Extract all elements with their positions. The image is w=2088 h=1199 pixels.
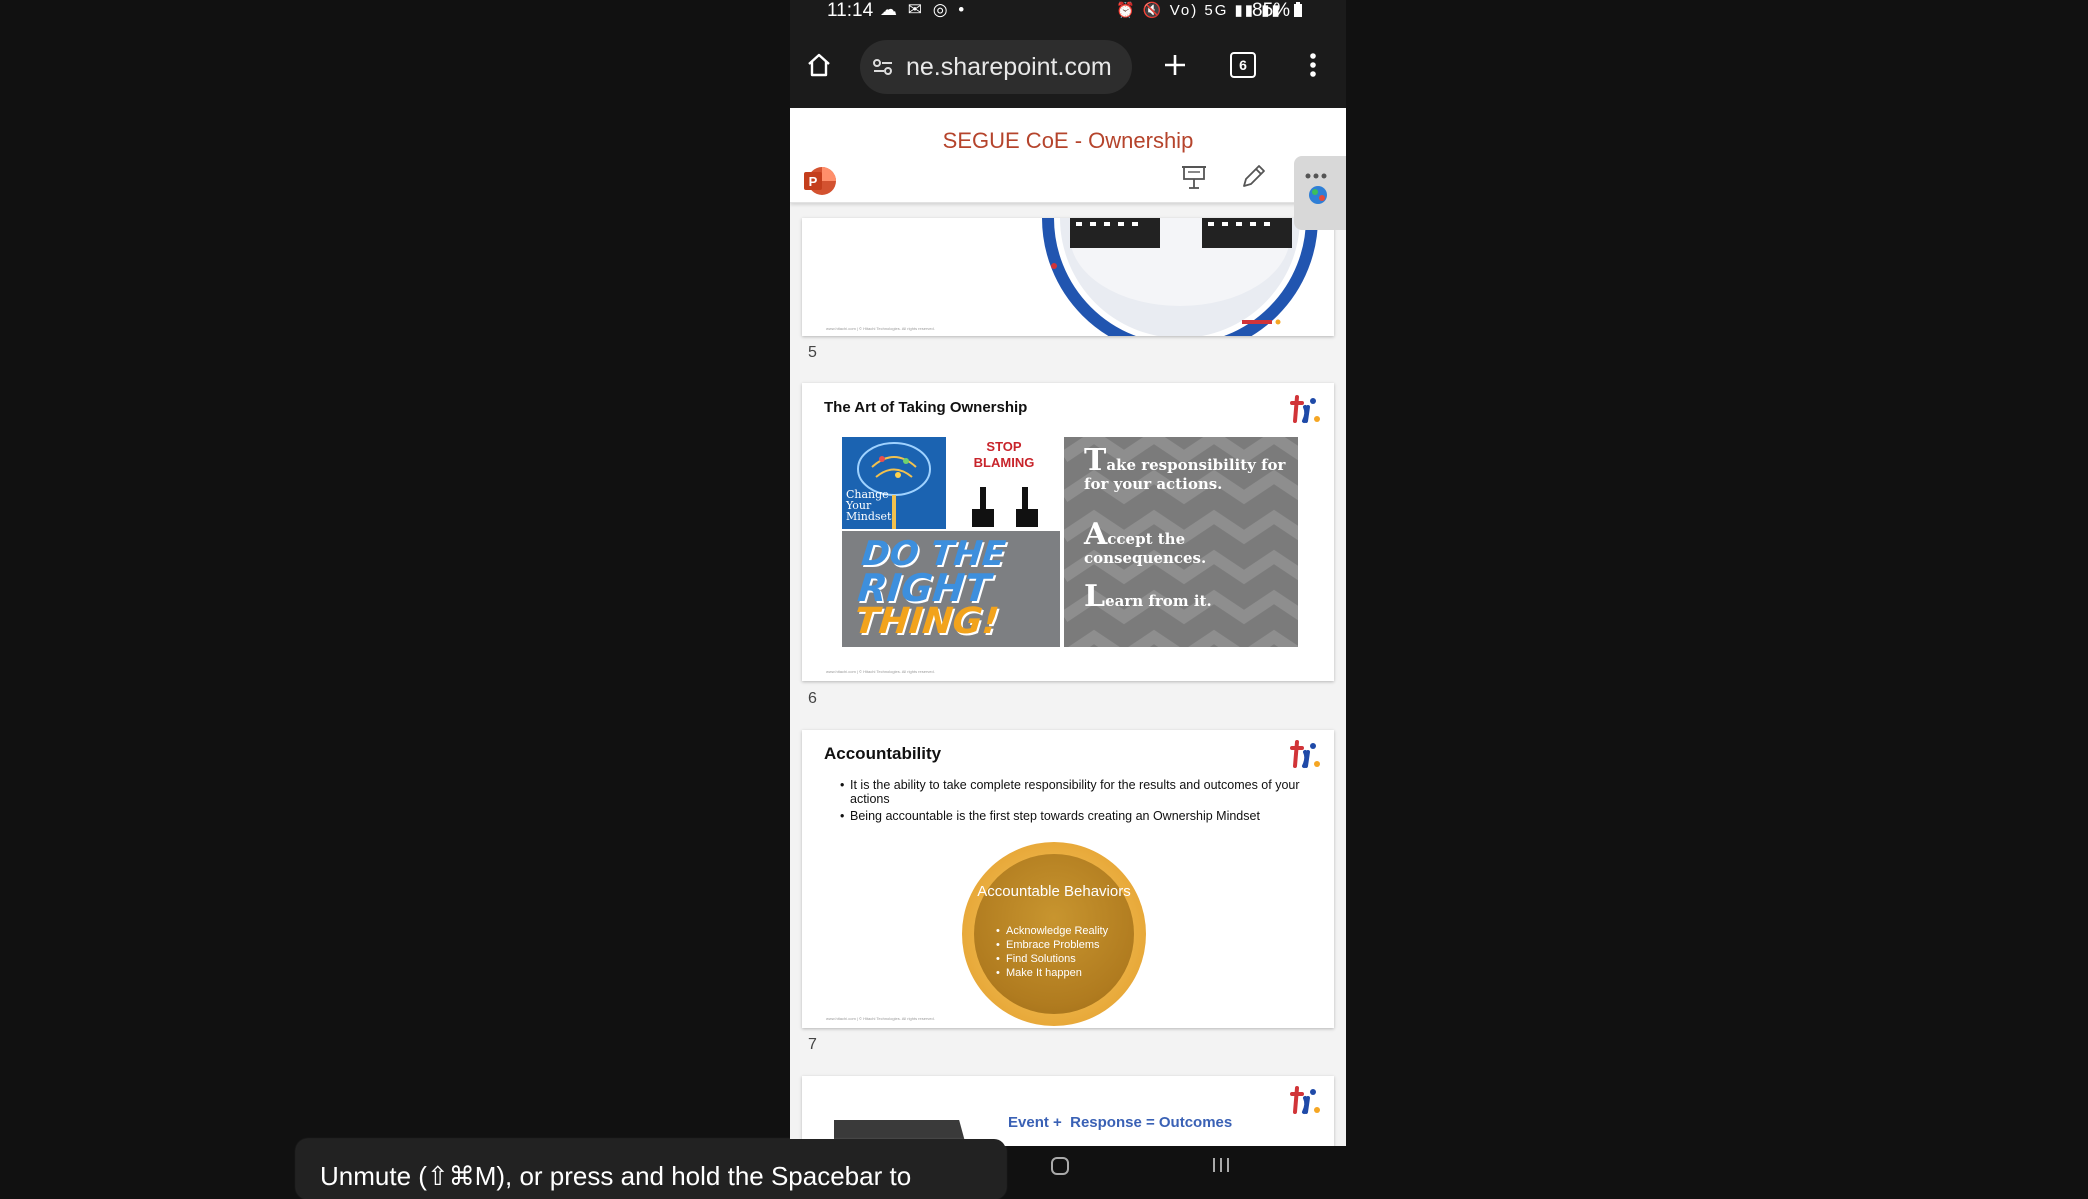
behavior-item: Embrace Problems — [996, 938, 1126, 952]
mindset-text: Change Your Mindset — [846, 488, 892, 523]
stop-blaming-image: STOP BLAMING — [950, 437, 1058, 529]
slide-number: 6 — [808, 690, 817, 707]
edit-button[interactable] — [1240, 162, 1268, 195]
home-icon — [808, 53, 830, 77]
powerpoint-header: SEGUE CoE - Ownership P — [790, 108, 1346, 203]
slide-footer: www.hitachi.com | © Hitachi Technologies… — [826, 326, 935, 331]
behavior-item: Find Solutions — [996, 952, 1126, 966]
url-text: ne.sharepoint.com — [906, 52, 1112, 81]
notification-icons: ☁ ✉ ◎ • — [880, 0, 968, 19]
present-button[interactable] — [1182, 164, 1206, 195]
accept-line: Accept the consequences. — [1084, 517, 1207, 568]
tab-count: 6 — [1230, 52, 1256, 78]
blaming-text: BLAMING — [973, 455, 1035, 470]
right-text: RIGHT — [855, 566, 993, 610]
bullet-item: Being accountable is the first step towa… — [840, 809, 1310, 823]
behavior-item: Acknowledge Reality — [996, 924, 1126, 938]
recents-nav-icon — [1213, 1158, 1229, 1172]
bullet-list: It is the ability to take complete respo… — [840, 778, 1310, 826]
more-vertical-icon — [1310, 53, 1316, 77]
plus-icon — [1165, 55, 1185, 75]
svg-text:P: P — [809, 174, 818, 189]
slide-title: Accountability — [824, 744, 942, 763]
hi-logo — [1288, 738, 1322, 775]
slide-number: 5 — [808, 344, 817, 361]
phone-screen: 11:14 ☁ ✉ ◎ • ⏰ 🔇 Vo) 5G ▮▮ ▮▮ 85% ne.sh… — [790, 0, 1346, 1178]
tab-switcher-button[interactable]: 6 — [1220, 42, 1266, 88]
thing-text: THING! — [852, 601, 1001, 642]
accountable-behaviors-graphic: Accountable Behaviors Acknowledge Realit… — [962, 842, 1146, 1026]
hi-logo — [1288, 1084, 1322, 1121]
take-line: Take responsibility for for your actions… — [1084, 443, 1286, 494]
circle-title: Accountable Behaviors — [977, 883, 1131, 900]
status-bar: 11:14 ☁ ✉ ◎ • ⏰ 🔇 Vo) 5G ▮▮ ▮▮ 85% — [790, 0, 1346, 26]
slide-footer: www.hitachi.com | © Hitachi Technologies… — [826, 1016, 935, 1021]
take-accept-learn-image: Take responsibility for for your actions… — [1064, 437, 1298, 647]
web-page: SEGUE CoE - Ownership P www.hitachi.com … — [790, 108, 1346, 1146]
pencil-icon — [1243, 165, 1265, 187]
status-time: 11:14 — [827, 0, 874, 21]
slide-footer: www.hitachi.com | © Hitachi Technologies… — [826, 669, 935, 674]
slide-title: The Art of Taking Ownership — [824, 399, 1028, 416]
slide-8[interactable]: Event + Response = Outcomes — [802, 1076, 1334, 1146]
stop-text: STOP — [986, 439, 1022, 454]
home-nav-icon — [1051, 1157, 1069, 1175]
slide-6[interactable]: The Art of Taking Ownership Change Your … — [802, 383, 1334, 681]
hi-logo — [1288, 393, 1322, 430]
behavior-item: Make It happen — [996, 966, 1126, 980]
behaviors-circle: Accountable Behaviors Acknowledge Realit… — [974, 854, 1134, 1014]
tooltip-text: Unmute (⇧⌘M), or press and hold the Spac… — [320, 1161, 912, 1191]
address-bar[interactable]: ne.sharepoint.com — [860, 40, 1132, 94]
pointing-hands-icon — [972, 487, 1038, 527]
film-reel-graphic — [1042, 218, 1318, 336]
battery-icon — [1294, 2, 1303, 17]
presenter-icon — [1182, 166, 1206, 189]
behaviors-list: Acknowledge Reality Embrace Problems Fin… — [996, 924, 1126, 980]
browser-menu-button[interactable] — [1290, 42, 1336, 88]
unmute-tooltip: Unmute (⇧⌘M), or press and hold the Spac… — [296, 1139, 1006, 1199]
equation-text: Event + Response = Outcomes — [1008, 1114, 1233, 1131]
slide-7[interactable]: Accountability It is the ability to take… — [802, 730, 1334, 1028]
floating-more-button[interactable] — [1294, 156, 1346, 230]
new-tab-button[interactable] — [1152, 42, 1198, 88]
ellipsis-icon — [1305, 173, 1327, 204]
do-the-right-thing-image: DO THE RIGHT THING! — [842, 531, 1060, 647]
slide-number: 7 — [808, 1036, 817, 1053]
learn-line: Learn from it. — [1084, 579, 1212, 614]
bullet-item: It is the ability to take complete respo… — [840, 778, 1310, 806]
battery-level: 85% — [1252, 0, 1303, 22]
document-title: SEGUE CoE - Ownership — [942, 128, 1194, 153]
home-button[interactable] — [796, 42, 842, 88]
slide-5[interactable]: www.hitachi.com | © Hitachi Technologies… — [802, 218, 1334, 336]
change-mindset-image: Change Your Mindset — [842, 437, 946, 529]
site-settings-icon[interactable] — [872, 58, 894, 76]
powerpoint-logo: P — [802, 164, 836, 198]
browser-toolbar: ne.sharepoint.com 6 — [790, 30, 1346, 106]
